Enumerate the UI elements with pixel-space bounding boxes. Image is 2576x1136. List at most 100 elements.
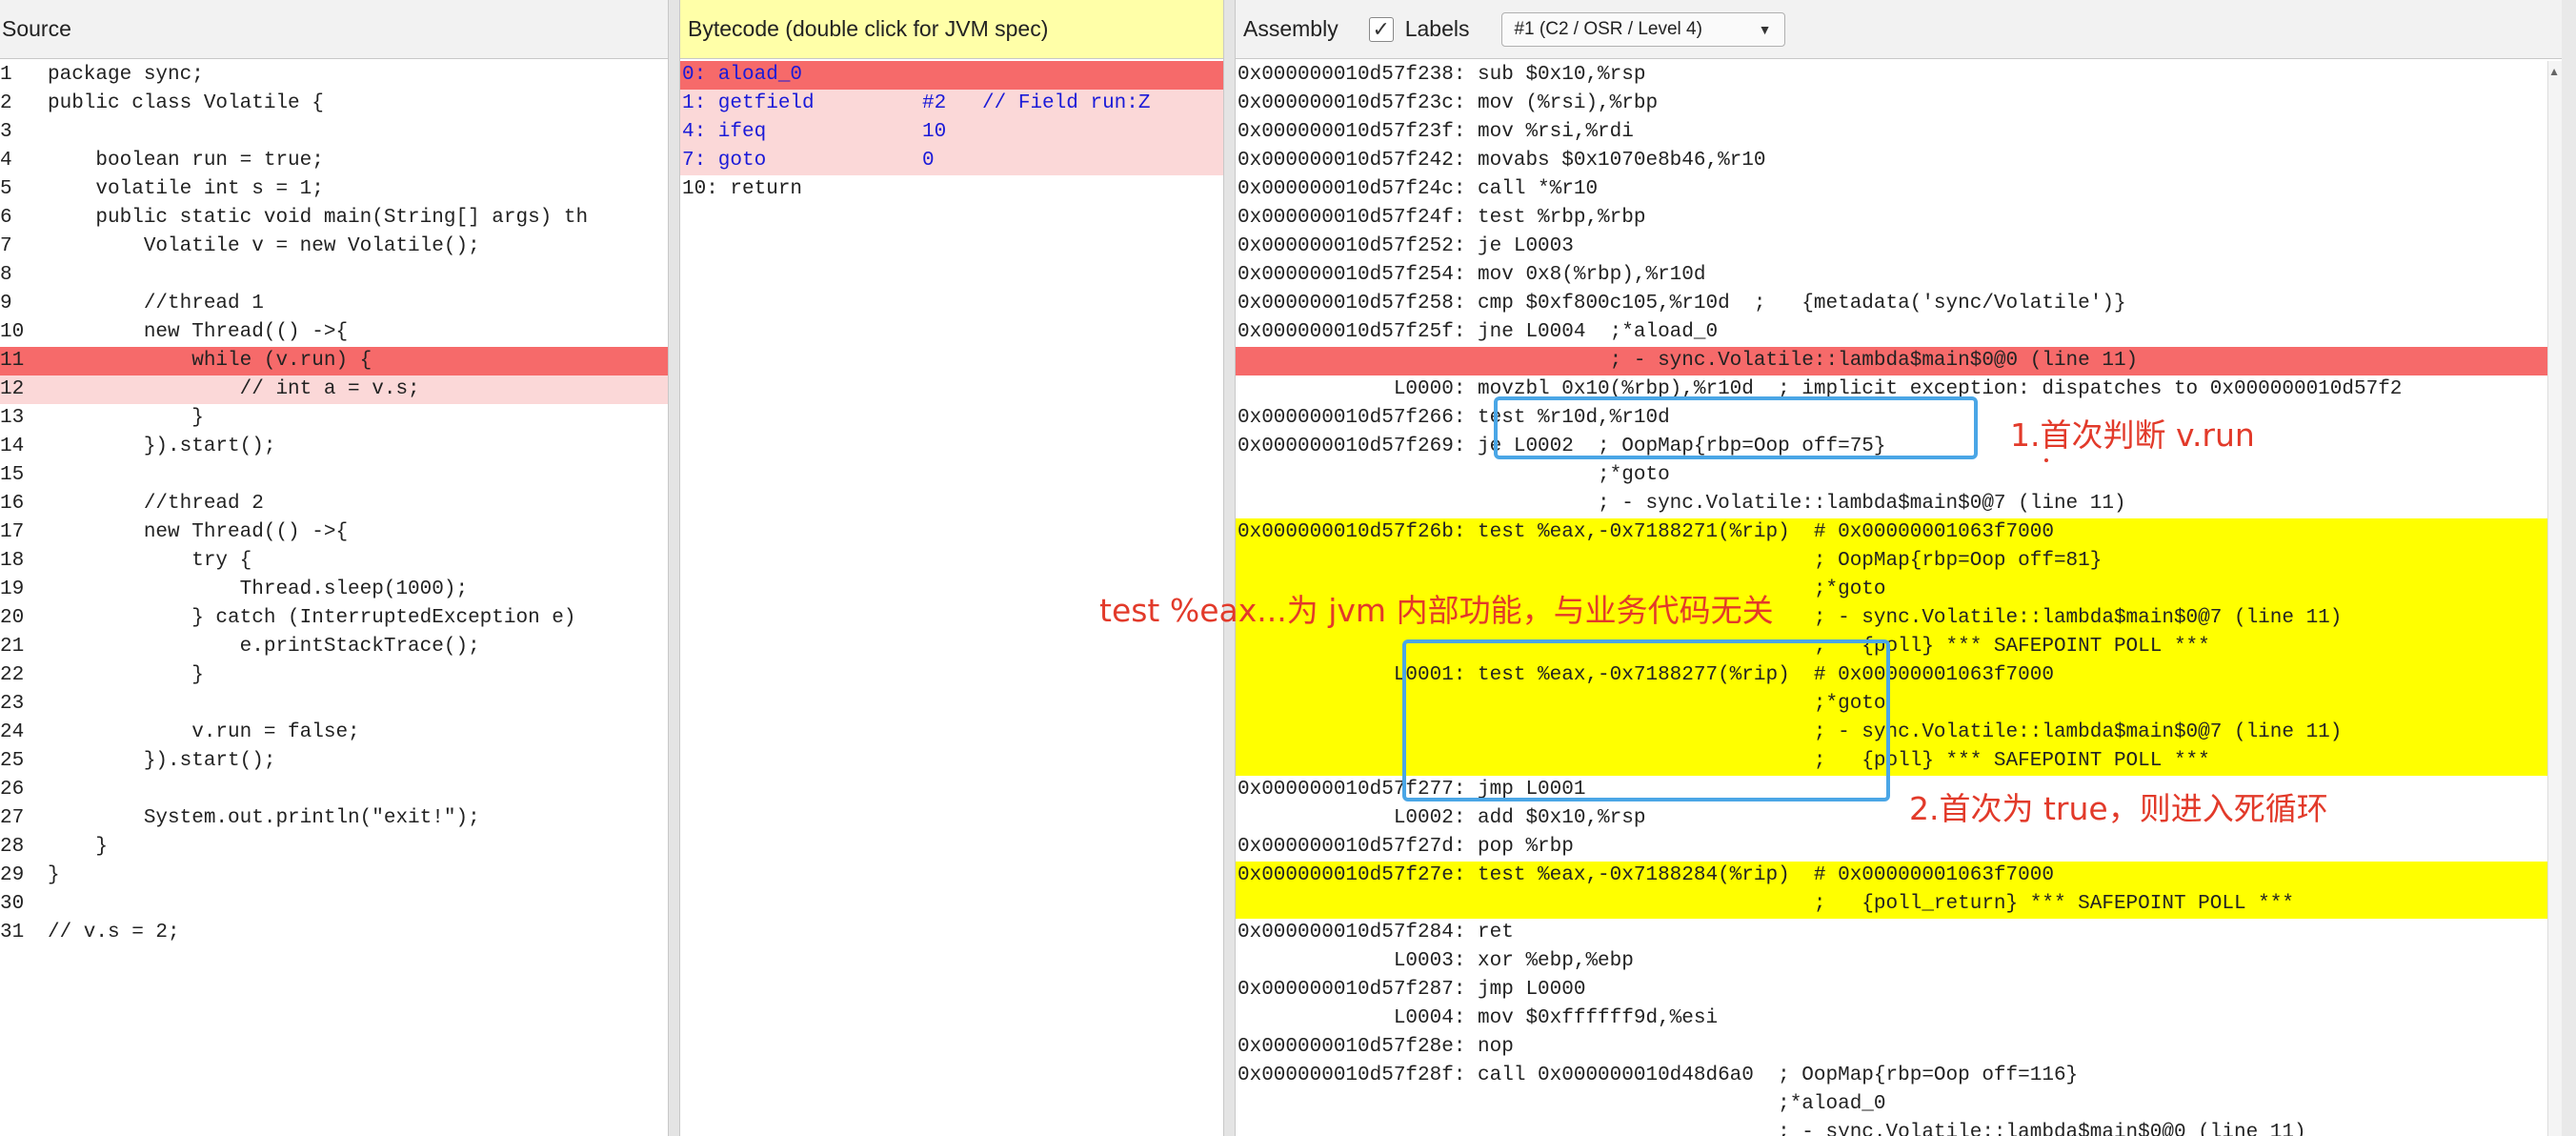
assembly-line[interactable]: 0x000000010d57f287: jmp L0000 — [1236, 976, 2548, 1004]
source-line[interactable]: 1 package sync; — [0, 61, 668, 90]
assembly-line[interactable]: 0x000000010d57f252: je L0003 — [1236, 233, 2548, 261]
source-line[interactable]: 24 v.run = false; — [0, 719, 668, 747]
assembly-line[interactable]: 0x000000010d57f25f: jne L0004 ;*aload_0 — [1236, 318, 2548, 347]
assembly-line[interactable]: 0x000000010d57f254: mov 0x8(%rbp),%r10d — [1236, 261, 2548, 290]
line-number: 8 — [0, 264, 12, 286]
labels-checkbox[interactable]: ✓ — [1368, 16, 1394, 42]
assembly-line[interactable]: 0x000000010d57f238: sub $0x10,%rsp — [1236, 61, 2548, 90]
source-line[interactable]: 17 new Thread(() ->{ — [0, 518, 668, 547]
source-line[interactable]: 25 }).start(); — [0, 747, 668, 776]
assembly-line[interactable]: 0x000000010d57f23f: mov %rsi,%rdi — [1236, 118, 2548, 147]
assembly-scrollbar[interactable] — [2547, 61, 2562, 1136]
assembly-line[interactable]: 0x000000010d57f284: ret — [1236, 919, 2548, 947]
line-number: 14 — [0, 436, 25, 457]
source-line[interactable]: 4 boolean run = true; — [0, 147, 668, 175]
line-number: 2 — [0, 92, 12, 114]
source-code-view[interactable]: 1 package sync; 2 public class Volatile {3 4… — [0, 61, 668, 1136]
assembly-line[interactable]: 0x000000010d57f24c: call *%r10 — [1236, 175, 2548, 204]
source-line-text: package sync; — [48, 64, 204, 86]
source-line-text: new Thread(() ->{ — [48, 321, 349, 343]
source-line[interactable]: 10 new Thread(() ->{ — [0, 318, 668, 347]
assembly-panel: Assembly ✓ Labels #1 (C2 / OSR / Level 4… — [1236, 0, 2562, 1136]
source-line-text: public static void main(String[] args) t… — [48, 207, 589, 229]
assembly-line[interactable]: 0x000000010d57f26b: test %eax,-0x7188271… — [1236, 518, 2548, 547]
source-line[interactable]: 20 } catch (InterruptedException e) — [0, 604, 668, 633]
scroll-up-arrow-icon[interactable]: ▲ — [2548, 65, 2560, 78]
line-number: 16 — [0, 493, 25, 515]
source-line[interactable]: 23 — [0, 690, 668, 719]
line-number: 7 — [0, 235, 12, 257]
source-line[interactable]: 22 } — [0, 661, 668, 690]
splitter-left[interactable] — [668, 0, 680, 1136]
splitter-right[interactable] — [1223, 0, 1236, 1136]
line-number: 12 — [0, 378, 25, 400]
bytecode-instruction[interactable]: 7: goto 0 — [680, 147, 1223, 175]
source-line[interactable]: 29} — [0, 862, 668, 890]
assembly-panel-header: Assembly ✓ Labels #1 (C2 / OSR / Level 4… — [1236, 0, 2562, 59]
bytecode-instruction[interactable]: 10: return — [680, 175, 1223, 204]
assembly-line[interactable]: 0x000000010d57f27d: pop %rbp — [1236, 833, 2548, 862]
source-line[interactable]: 21 e.printStackTrace(); — [0, 633, 668, 661]
assembly-line[interactable]: 0x000000010d57f28e: nop — [1236, 1033, 2548, 1062]
assembly-line[interactable]: 0x000000010d57f258: cmp $0xf800c105,%r10… — [1236, 290, 2548, 318]
source-line[interactable]: 11 while (v.run) { — [0, 347, 668, 375]
source-line-text: volatile int s = 1; — [48, 178, 324, 200]
source-line[interactable]: 6 public static void main(String[] args)… — [0, 204, 668, 233]
source-line-text: System.out.println("exit!"); — [48, 807, 480, 829]
assembly-line[interactable]: ;*goto — [1236, 461, 2548, 490]
source-line[interactable]: 30 — [0, 890, 668, 919]
source-line-text: v.run = false; — [48, 721, 360, 743]
source-line-text: public class Volatile { — [48, 92, 324, 114]
source-line[interactable]: 7 Volatile v = new Volatile(); — [0, 233, 668, 261]
line-number: 21 — [0, 636, 25, 658]
assembly-line[interactable]: L0002: add $0x10,%rsp — [1236, 804, 2548, 833]
source-line[interactable]: 13 } — [0, 404, 668, 433]
source-line[interactable]: 28 } — [0, 833, 668, 862]
source-line-text: while (v.run) { — [48, 350, 372, 372]
assembly-line[interactable]: L0004: mov $0xffffff9d,%esi — [1236, 1004, 2548, 1033]
source-line[interactable]: 8 — [0, 261, 668, 290]
source-line-text: } — [48, 864, 60, 886]
source-line[interactable]: 16 //thread 2 — [0, 490, 668, 518]
source-line[interactable]: 15 — [0, 461, 668, 490]
source-line[interactable]: 12 // int a = v.s; — [0, 375, 668, 404]
source-line[interactable]: 9 //thread 1 — [0, 290, 668, 318]
compilation-select[interactable]: #1 (C2 / OSR / Level 4) ▼ — [1501, 11, 1786, 47]
source-line[interactable]: 26 — [0, 776, 668, 804]
assembly-line[interactable]: ; - sync.Volatile::lambda$main$0@0 (line… — [1236, 1119, 2548, 1136]
source-line[interactable]: 18 try { — [0, 547, 668, 576]
assembly-line[interactable]: L0003: xor %ebp,%ebp — [1236, 947, 2548, 976]
line-number: 4 — [0, 150, 12, 172]
source-panel-header: Source — [0, 0, 668, 59]
source-line[interactable]: 14 }).start(); — [0, 433, 668, 461]
source-line-text: } catch (InterruptedException e) — [48, 607, 576, 629]
source-line[interactable]: 19 Thread.sleep(1000); — [0, 576, 668, 604]
source-line[interactable]: 2 public class Volatile { — [0, 90, 668, 118]
assembly-line[interactable]: 0x000000010d57f27e: test %eax,-0x7188284… — [1236, 862, 2548, 890]
source-line-text: //thread 1 — [48, 293, 264, 314]
annotation-note-jvm-internal: test %eax...为 jvm 内部功能，与业务代码无关 — [1099, 592, 1774, 629]
bytecode-instruction[interactable]: 0: aload_0 — [680, 61, 1223, 90]
bytecode-instruction[interactable]: 1: getfield #2 // Field run:Z — [680, 90, 1223, 118]
labels-label: Labels — [1404, 16, 1470, 41]
assembly-line[interactable]: 0x000000010d57f28f: call 0x000000010d48d… — [1236, 1062, 2548, 1090]
assembly-line[interactable]: 0x000000010d57f24f: test %rbp,%rbp — [1236, 204, 2548, 233]
assembly-line[interactable]: ; {poll_return} *** SAFEPOINT POLL *** — [1236, 890, 2548, 919]
assembly-line[interactable]: 0x000000010d57f242: movabs $0x1070e8b46,… — [1236, 147, 2548, 175]
assembly-line[interactable]: 0x000000010d57f23c: mov (%rsi),%rbp — [1236, 90, 2548, 118]
bytecode-panel-header: Bytecode (double click for JVM spec) — [680, 0, 1223, 59]
source-line-text: Volatile v = new Volatile(); — [48, 235, 480, 257]
source-line[interactable]: 5 volatile int s = 1; — [0, 175, 668, 204]
line-number: 23 — [0, 693, 25, 715]
source-line[interactable]: 31 // v.s = 2; — [0, 919, 668, 947]
annotation-note-dead-loop: 2.首次为 true，则进入死循环 — [1909, 790, 2328, 827]
assembly-line[interactable]: ;*aload_0 — [1236, 1090, 2548, 1119]
source-line-text: }).start(); — [48, 436, 276, 457]
assembly-line[interactable]: ; - sync.Volatile::lambda$main$0@7 (line… — [1236, 490, 2548, 518]
bytecode-instruction[interactable]: 4: ifeq 10 — [680, 118, 1223, 147]
source-line[interactable]: 3 — [0, 118, 668, 147]
source-line-text: }).start(); — [48, 750, 276, 772]
source-line[interactable]: 27 System.out.println("exit!"); — [0, 804, 668, 833]
assembly-line[interactable]: ; - sync.Volatile::lambda$main$0@0 (line… — [1236, 347, 2548, 375]
assembly-line[interactable]: ; OopMap{rbp=Oop off=81} — [1236, 547, 2548, 576]
